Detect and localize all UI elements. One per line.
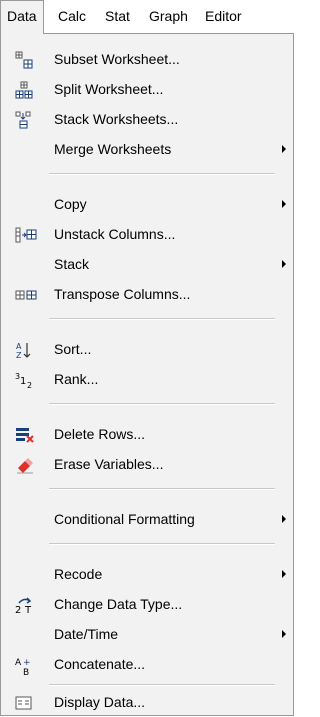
svg-text:A: A [15, 658, 22, 668]
menu-item-erase-variables[interactable]: Erase Variables... [3, 449, 291, 479]
menu-item-copy[interactable]: Copy [3, 189, 291, 219]
menu-item-subset-worksheet[interactable]: Subset Worksheet... [3, 44, 291, 74]
menu-item-recode[interactable]: Recode [3, 559, 291, 589]
menu-item-label: Date/Time [54, 626, 119, 642]
menu-item-unstack-columns[interactable]: Unstack Columns... [3, 219, 291, 249]
menu-item-label: Merge Worksheets [54, 141, 172, 157]
display-data-icon [15, 694, 32, 710]
svg-text:B: B [23, 668, 29, 676]
menu-item-label: Recode [54, 566, 103, 582]
menu-item-delete-rows[interactable]: Delete Rows... [3, 419, 291, 449]
menu-item-concatenate[interactable]: A + B Concatenate... [3, 649, 291, 679]
menu-item-label: Copy [54, 196, 87, 212]
subset-worksheet-icon [15, 51, 33, 69]
concatenate-icon: A + B [15, 656, 31, 676]
menu-separator [49, 403, 275, 405]
menu-item-date-time[interactable]: Date/Time [3, 619, 291, 649]
data-menu-dropdown: Subset Worksheet... Split Worksheet... S… [0, 33, 294, 716]
menu-item-rank[interactable]: 3 1 2 Rank... [3, 364, 291, 394]
menu-item-label: Unstack Columns... [54, 226, 176, 242]
menu-item-label: Sort... [54, 341, 92, 357]
menubar-editor[interactable]: Editor [199, 0, 248, 33]
menu-item-label: Concatenate... [54, 656, 146, 672]
sort-icon: A Z [15, 341, 31, 359]
menu-item-split-worksheet[interactable]: Split Worksheet... [3, 74, 291, 104]
delete-rows-icon [15, 426, 34, 443]
menu-item-label: Stack [54, 256, 90, 272]
menu-item-sort[interactable]: A Z Sort... [3, 334, 291, 364]
menu-bar: Data Calc Stat Graph Editor [0, 0, 294, 34]
menu-item-merge-worksheets[interactable]: Merge Worksheets [3, 134, 291, 164]
svg-text:A: A [16, 342, 22, 351]
svg-text:2: 2 [15, 605, 21, 614]
submenu-arrow-icon [282, 570, 286, 578]
menu-separator [49, 488, 275, 490]
menu-item-stack[interactable]: Stack [3, 249, 291, 279]
menu-item-transpose-columns[interactable]: Transpose Columns... [3, 279, 291, 309]
transpose-columns-icon [15, 286, 37, 302]
menu-separator [49, 173, 275, 175]
menu-item-change-data-type[interactable]: 2 T Change Data Type... [3, 589, 291, 619]
menu-item-label: Transpose Columns... [54, 286, 191, 302]
menu-item-label: Conditional Formatting [54, 511, 195, 527]
unstack-columns-icon [15, 226, 37, 243]
stack-worksheets-icon [15, 111, 31, 129]
menu-item-label: Delete Rows... [54, 426, 146, 442]
menu-item-label: Split Worksheet... [54, 81, 164, 97]
menu-item-conditional-formatting[interactable]: Conditional Formatting [3, 504, 291, 534]
svg-text:+: + [23, 658, 31, 668]
menu-item-label: Change Data Type... [54, 596, 183, 612]
rank-icon: 3 1 2 [15, 371, 32, 389]
menubar-graph[interactable]: Graph [143, 0, 194, 33]
submenu-arrow-icon [282, 200, 286, 208]
submenu-arrow-icon [282, 260, 286, 268]
menu-item-label: Rank... [54, 371, 99, 387]
submenu-arrow-icon [282, 515, 286, 523]
menu-separator [49, 543, 275, 545]
change-data-type-icon: 2 T [15, 596, 32, 614]
split-worksheet-icon [15, 81, 33, 99]
menu-item-label: Stack Worksheets... [54, 111, 179, 127]
menu-item-stack-worksheets[interactable]: Stack Worksheets... [3, 104, 291, 134]
menu-item-label: Display Data... [54, 694, 146, 710]
menu-separator [49, 684, 275, 686]
menubar-stat[interactable]: Stat [99, 0, 136, 33]
menubar-calc[interactable]: Calc [52, 0, 92, 33]
submenu-arrow-icon [282, 630, 286, 638]
eraser-icon [15, 456, 33, 474]
svg-text:Z: Z [16, 351, 22, 359]
svg-text:1: 1 [20, 376, 26, 387]
menu-item-display-data[interactable]: Display Data... [3, 687, 291, 717]
menubar-data[interactable]: Data [0, 0, 44, 34]
svg-text:2: 2 [27, 381, 32, 389]
svg-text:T: T [24, 605, 32, 614]
menu-item-label: Subset Worksheet... [54, 51, 180, 67]
submenu-arrow-icon [282, 145, 286, 153]
menu-item-label: Erase Variables... [54, 456, 164, 472]
menu-separator [49, 318, 275, 320]
